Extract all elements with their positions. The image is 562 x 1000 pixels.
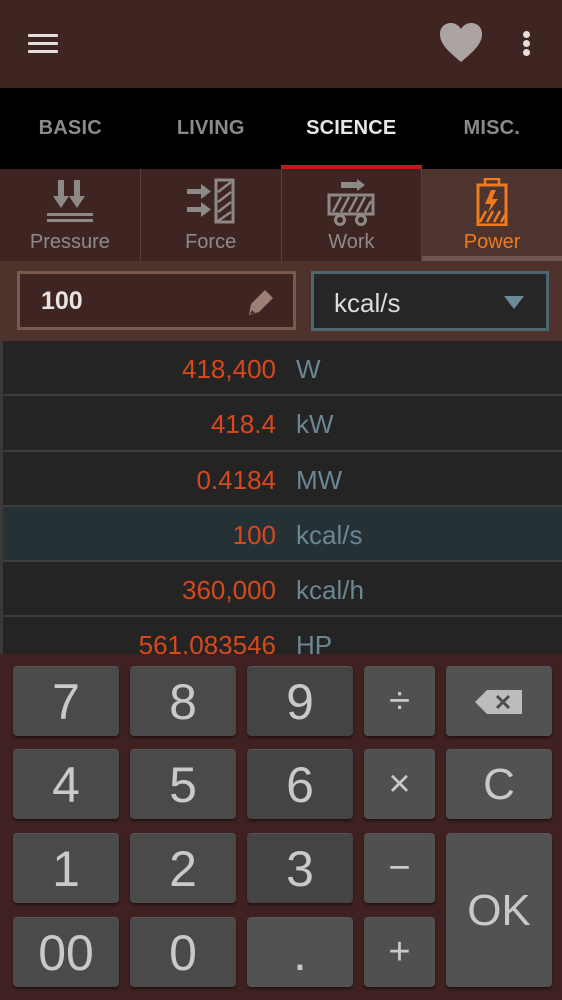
battery-power-icon [476, 178, 508, 226]
key-3[interactable]: 3 [247, 833, 353, 903]
result-value: 100 [232, 519, 276, 550]
pencil-icon[interactable] [247, 288, 275, 316]
key-9[interactable]: 9 [247, 666, 353, 736]
category-label: Work [328, 231, 375, 253]
key-0[interactable]: 0 [130, 917, 236, 987]
tab-science[interactable]: SCIENCE [281, 88, 422, 169]
key-8[interactable]: 8 [130, 666, 236, 736]
tab-misc[interactable]: MISC. [422, 88, 562, 169]
key-ok[interactable]: OK [446, 833, 552, 987]
key-clear[interactable]: C [446, 749, 552, 819]
heart-icon[interactable] [438, 22, 484, 64]
key-1[interactable]: 1 [13, 833, 119, 903]
app-bar [0, 0, 562, 88]
category-work[interactable]: Work [281, 169, 423, 261]
result-unit: kcal/s [296, 519, 363, 550]
key-4[interactable]: 4 [13, 749, 119, 819]
category-label: Power [463, 231, 521, 253]
value-input[interactable]: 100 [17, 271, 296, 330]
result-value: 561.083546 [138, 630, 276, 654]
work-cart-icon [327, 179, 375, 226]
result-value: 418.4 [210, 409, 276, 440]
key-5[interactable]: 5 [130, 749, 236, 819]
key-divide[interactable]: ÷ [364, 666, 435, 736]
unit-dropdown[interactable]: kcal/s [311, 271, 549, 331]
result-value: 0.4184 [196, 464, 276, 495]
tab-living[interactable]: LIVING [141, 88, 282, 169]
key-2[interactable]: 2 [130, 833, 236, 903]
key-6[interactable]: 6 [247, 749, 353, 819]
result-unit: HP [296, 630, 333, 654]
key-minus[interactable]: − [364, 833, 435, 903]
key-multiply[interactable]: × [364, 749, 435, 819]
result-unit: kcal/h [296, 575, 364, 606]
hamburger-menu-icon[interactable] [22, 26, 62, 62]
results-list[interactable]: 418,400 W 418.4 kW 0.4184 MW 100 kcal/s … [0, 341, 562, 654]
category-force[interactable]: Force [140, 169, 282, 261]
key-decimal[interactable]: . [247, 917, 353, 987]
key-7[interactable]: 7 [13, 666, 119, 736]
keypad: 7 8 9 ÷ 4 5 6 × C 1 2 3 − OK 00 0 . + [0, 654, 562, 1000]
category-tabs: Pressure Force Work Power [0, 169, 562, 261]
result-unit: kW [296, 409, 334, 440]
result-row[interactable]: 360,000 kcal/h [3, 562, 562, 618]
main-tab-bar: BASIC LIVING SCIENCE MISC. [0, 88, 562, 169]
result-row[interactable]: 561.083546 HP [3, 617, 562, 654]
force-icon [186, 178, 235, 224]
key-00[interactable]: 00 [13, 917, 119, 987]
input-row: 100 kcal/s [0, 261, 562, 341]
pressure-icon [46, 180, 93, 222]
value-input-text: 100 [41, 287, 83, 315]
result-value: 360,000 [182, 575, 276, 606]
backspace-icon [475, 689, 522, 714]
key-plus[interactable]: + [364, 917, 435, 987]
more-vertical-icon[interactable] [514, 26, 540, 62]
category-pressure[interactable]: Pressure [0, 169, 141, 261]
result-row[interactable]: 418,400 W [3, 341, 562, 397]
dropdown-arrow-icon [504, 296, 524, 309]
result-row-selected[interactable]: 100 kcal/s [3, 506, 562, 563]
result-unit: W [296, 354, 321, 384]
result-value: 418,400 [182, 354, 276, 384]
result-row[interactable]: 418.4 kW [3, 396, 562, 452]
tab-basic[interactable]: BASIC [0, 88, 141, 169]
category-label: Pressure [29, 231, 110, 253]
result-unit: MW [296, 464, 343, 495]
unit-dropdown-value: kcal/s [334, 288, 401, 318]
category-label: Force [185, 231, 237, 253]
result-row[interactable]: 0.4184 MW [3, 452, 562, 507]
category-power[interactable]: Power [422, 169, 562, 261]
key-backspace[interactable] [446, 666, 552, 736]
